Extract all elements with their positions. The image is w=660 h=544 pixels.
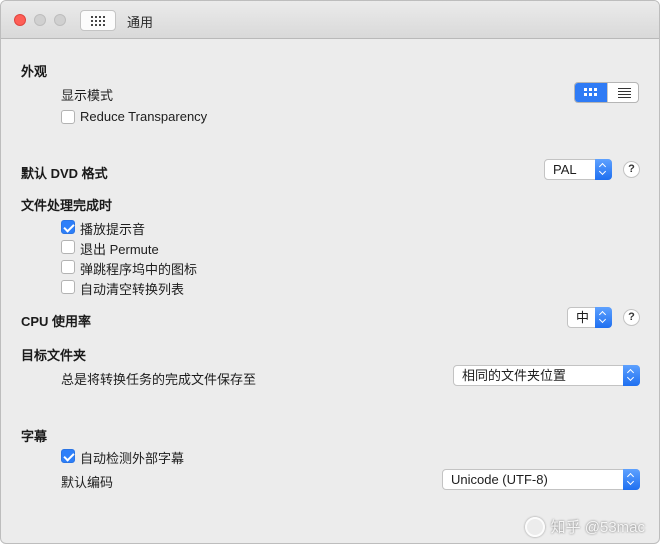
quit-permute-checkbox[interactable] bbox=[61, 240, 75, 254]
display-mode-segmented-control[interactable] bbox=[574, 82, 639, 103]
cpu-usage-value: 中 bbox=[576, 310, 590, 325]
grid-view-icon bbox=[584, 88, 597, 96]
bounce-dock-label: 弹跳程序坞中的图标 bbox=[80, 262, 198, 277]
bounce-dock-checkbox[interactable] bbox=[61, 260, 75, 274]
cpu-usage-label: CPU 使用率 bbox=[21, 314, 92, 329]
clear-list-label: 自动清空转换列表 bbox=[80, 282, 185, 297]
cpu-usage-popup[interactable]: 中 bbox=[567, 307, 612, 328]
play-sound-label: 播放提示音 bbox=[80, 222, 146, 237]
popup-arrows-icon bbox=[623, 365, 640, 386]
help-icon[interactable]: ? bbox=[623, 309, 640, 326]
popup-arrows-icon bbox=[595, 159, 612, 180]
popup-arrows-icon bbox=[595, 307, 612, 328]
list-view-icon bbox=[618, 88, 631, 100]
dvd-format-popup[interactable]: PAL bbox=[544, 159, 612, 180]
encoding-popup[interactable]: Unicode (UTF-8) bbox=[442, 469, 640, 490]
reduce-transparency-label: Reduce Transparency bbox=[80, 109, 208, 124]
display-mode-label: 显示模式 bbox=[61, 88, 114, 103]
minimize-button[interactable] bbox=[34, 14, 46, 26]
dvd-format-value: PAL bbox=[553, 162, 577, 177]
play-sound-checkbox[interactable] bbox=[61, 220, 75, 234]
auto-detect-subtitles-label: 自动检测外部字幕 bbox=[80, 451, 185, 466]
appearance-heading: 外观 bbox=[21, 64, 48, 79]
on-complete-heading: 文件处理完成时 bbox=[21, 198, 113, 213]
preferences-window: 通用 外观 显示模式 Reduce Transparency 默认 DVD 格式… bbox=[0, 0, 660, 544]
watermark-text: 知乎 @53mac bbox=[550, 519, 645, 536]
grid-view-button[interactable] bbox=[575, 83, 607, 102]
close-button[interactable] bbox=[14, 14, 26, 26]
dvd-format-label: 默认 DVD 格式 bbox=[21, 166, 108, 181]
list-view-button[interactable] bbox=[607, 83, 638, 102]
destination-label: 总是将转换任务的完成文件保存至 bbox=[61, 372, 257, 387]
clear-list-checkbox[interactable] bbox=[61, 280, 75, 294]
reduce-transparency-checkbox[interactable] bbox=[61, 110, 75, 124]
help-icon[interactable]: ? bbox=[623, 161, 640, 178]
destination-value: 相同的文件夹位置 bbox=[462, 368, 567, 383]
grid-icon bbox=[91, 15, 105, 26]
window-title: 通用 bbox=[127, 15, 154, 30]
auto-detect-subtitles-checkbox[interactable] bbox=[61, 449, 75, 463]
encoding-value: Unicode (UTF-8) bbox=[451, 472, 548, 487]
destination-heading: 目标文件夹 bbox=[21, 348, 87, 363]
subtitles-heading: 字幕 bbox=[21, 429, 48, 444]
watermark: 知乎 @53mac bbox=[524, 516, 645, 537]
quit-permute-label: 退出 Permute bbox=[80, 242, 159, 257]
default-encoding-label: 默认编码 bbox=[61, 475, 114, 490]
destination-popup[interactable]: 相同的文件夹位置 bbox=[453, 365, 640, 386]
watermark-logo-icon bbox=[524, 516, 545, 537]
zoom-button[interactable] bbox=[54, 14, 66, 26]
show-all-button[interactable] bbox=[80, 10, 116, 31]
popup-arrows-icon bbox=[623, 469, 640, 490]
title-bar: 通用 bbox=[1, 1, 659, 39]
